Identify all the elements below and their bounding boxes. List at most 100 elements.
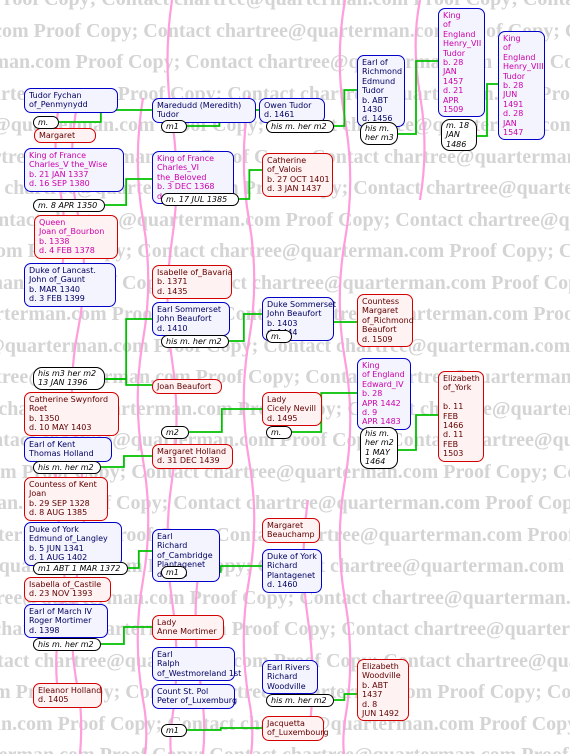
- marriage-node-m-edmund-tudor[interactable]: his m. her m3: [360, 122, 398, 145]
- person-line: b. MAR 1340: [29, 284, 80, 294]
- person-line: Anne Mortimer: [157, 627, 217, 637]
- person-line: 1466: [443, 421, 464, 431]
- marriage-line: his m. her m2: [271, 696, 327, 705]
- person-line: Count St. Pol: [157, 687, 209, 696]
- person-node-richard-woodville[interactable]: Earl Rivers Richard Woodville: [262, 660, 318, 695]
- person-node-edmund-langley[interactable]: Duke of York Edmund of_Langley b. 5 JUN 13…: [24, 522, 122, 566]
- person-line: of: [443, 20, 451, 30]
- person-line: John Beaufort: [267, 309, 322, 319]
- person-line: England: [503, 52, 536, 62]
- person-node-isabelle-bavaria[interactable]: Isabelle of_Bavaria b. 1371 d. 1435: [152, 265, 233, 300]
- person-node-margaret[interactable]: Margaret: [34, 128, 96, 144]
- person-node-eleanor-holland[interactable]: Eleanor Holland d. 1405: [33, 683, 102, 708]
- person-line: of_York: [443, 383, 472, 393]
- person-node-henry-viii[interactable]: King of England Henry_VIII Tudor b. 28 JUN 1491…: [498, 31, 545, 141]
- person-line: d. 11: [443, 430, 464, 440]
- marriage-node-m-richard-cambridge[interactable]: m1: [161, 566, 187, 580]
- person-node-catherine-swynford[interactable]: Catherine Swynford Roet b. 1350 d. 10 MAY 1…: [24, 392, 119, 436]
- person-line: FEB: [443, 411, 459, 421]
- marriage-line: m1: [166, 122, 179, 131]
- marriage-node-m-owen-tudor[interactable]: his m. her m2: [266, 120, 334, 134]
- marriage-node-m-joan-beaufort[interactable]: m2: [161, 426, 189, 440]
- person-node-countess-joan[interactable]: Countess of Kent Joan b. 29 SEP 1328 d. 8 A…: [24, 477, 108, 521]
- marriage-line: his m3 her m2: [38, 369, 97, 378]
- person-node-ralph-westmoreland[interactable]: Earl Ralph of_Westmoreland 1st: [152, 647, 241, 682]
- person-line: b. ABT: [362, 680, 389, 690]
- person-node-margaret-richmond[interactable]: Countess Margaret of_Richmond Beaufort d. 15…: [357, 294, 414, 348]
- marriage-node-m-ralph-west[interactable]: m1: [161, 724, 187, 738]
- marriage-node-m-edmund-langley[interactable]: m1 ABT 1 MAR 1372: [33, 562, 128, 576]
- person-node-margaret-holland[interactable]: Margaret Holland d. 31 DEC 1439: [152, 444, 233, 469]
- marriage-line: his m. her m2: [38, 640, 94, 649]
- person-node-joan-bourbon[interactable]: Queen Joan of_Bourbon b. 1338 d. 4 FEB 1378: [34, 215, 118, 259]
- marriage-node-m-thomas-holland[interactable]: his m. her m2: [33, 461, 101, 475]
- person-line: [443, 393, 479, 402]
- marriage-node-m-gaunt[interactable]: his m3 her m2 13 JAN 1396: [33, 367, 105, 390]
- marriage-link-m-edmund-langley-to-richard-cambridge: [128, 550, 152, 569]
- person-line: APR 1442: [362, 398, 401, 408]
- person-line: Earl of: [362, 58, 388, 67]
- person-line: d. 10 MAY 1403: [29, 423, 92, 433]
- person-line: d. 4 FEB 1378: [39, 246, 95, 256]
- person-line: Tudor: [362, 86, 385, 96]
- marriage-node-m-john-beaufort-som[interactable]: his m. her m2: [161, 335, 229, 349]
- marriage-node-m-maredudd[interactable]: m1: [161, 120, 187, 134]
- person-node-isabella-castile[interactable]: Isabella of_Castile d. 23 NOV 1393: [24, 577, 111, 602]
- person-node-tudor-fychan[interactable]: Tudor Fychan of_Penmynydd: [24, 88, 118, 113]
- person-node-richard-york[interactable]: Duke of York Richard Plantagenet d. 1460: [262, 549, 322, 593]
- person-line: Woodville: [362, 671, 401, 681]
- person-line: King: [362, 361, 380, 370]
- person-line: Edmund: [362, 76, 396, 86]
- person-line: Lady: [157, 618, 177, 627]
- marriage-line: 1464: [365, 457, 386, 467]
- person-line: Tudor: [503, 71, 526, 81]
- person-line: Margaret Holland: [157, 447, 227, 456]
- person-node-thomas-holland[interactable]: Earl of Kent Thomas Holland: [24, 437, 112, 462]
- marriage-node-m-charles-vi[interactable]: m. 17 JUL 1385: [161, 193, 239, 207]
- person-line: d. 28: [503, 109, 524, 119]
- marriage-node-m-henry-vii[interactable]: m. 18 JAN 1486: [441, 119, 477, 152]
- marriage-node-m-woodville[interactable]: his m. her m2: [266, 694, 334, 708]
- marriage-node-m-john-beaufort-duke[interactable]: m.: [266, 330, 292, 344]
- person-node-john-beaufort-somerset[interactable]: Earl Sommerset John Beaufort d. 1410: [152, 302, 230, 337]
- person-line: of_Valois: [267, 165, 302, 175]
- person-node-charles-v[interactable]: King of France Charles_V the_Wise b. 21 JA…: [24, 148, 124, 192]
- marriage-node-m-edward-iv[interactable]: his m. her m2 1 MAY 1464: [360, 427, 398, 469]
- marriage-link-m-woodville-to-elizabeth-woodville: [334, 693, 357, 701]
- marriage-node-m-tudor-fychan[interactable]: m.: [33, 116, 59, 130]
- person-node-jacquetta-luxembourg[interactable]: Jacquetta of_Luxembourg: [262, 716, 329, 741]
- person-line: b. 11: [443, 402, 464, 412]
- person-node-margaret-beauchamp[interactable]: Margaret Beauchamp: [262, 518, 320, 543]
- person-line: b. 1371: [157, 277, 188, 287]
- person-line: d. 16 SEP 1380: [29, 179, 90, 189]
- person-line: Isabelle of_Bavaria: [157, 268, 233, 277]
- person-node-joan-beaufort[interactable]: Joan Beaufort: [152, 379, 222, 395]
- person-line: Tudor Fychan: [29, 91, 82, 100]
- person-line: Cicely Nevill: [267, 404, 316, 414]
- person-node-roger-mortimer[interactable]: Earl of March IV Roger Mortimer d. 1398: [24, 604, 108, 639]
- person-line: Countess of Kent: [29, 480, 97, 489]
- person-node-edward-iv[interactable]: King of England Edward_IV b. 28 APR 1442 d. 9…: [357, 358, 411, 430]
- person-line: Elizabeth: [362, 662, 399, 671]
- person-line: Jacquetta: [267, 719, 305, 728]
- marriage-node-m-cicely[interactable]: m.: [266, 426, 292, 440]
- person-line: Joan: [29, 489, 47, 499]
- person-line: Woodville: [267, 681, 306, 691]
- person-node-anne-mortimer[interactable]: Lady Anne Mortimer: [152, 615, 224, 640]
- person-line: Richard: [267, 561, 298, 571]
- person-node-elizabeth-york[interactable]: Elizabeth of_York b. 11 FEB 1466 d. 11 FEB 150…: [438, 371, 484, 462]
- marriage-node-m-charles-v[interactable]: m. 8 APR 1350: [33, 199, 105, 213]
- marriage-line: m.: [38, 118, 49, 127]
- person-node-edmund-tudor[interactable]: Earl of Richmond Edmund Tudor b. ABT 1430 d. 1…: [357, 55, 405, 127]
- person-line: Thomas Holland: [29, 449, 94, 459]
- person-node-catherine-valois[interactable]: Catherine of_Valois b. 27 OCT 1401 d. 3 JAN…: [262, 153, 333, 197]
- person-line: Henry_VII: [443, 39, 482, 49]
- person-node-john-of-gaunt[interactable]: Duke of Lancast. John of_Gaunt b. MAR 1340…: [24, 263, 116, 307]
- marriage-line: m2: [166, 428, 179, 437]
- person-node-elizabeth-woodville[interactable]: Elizabeth Woodville b. ABT 1437 d. 8 JUN 1492: [357, 659, 409, 722]
- person-node-henry-vii[interactable]: King of England Henry_VII Tudor b. 28 JAN 1457 d…: [438, 8, 485, 118]
- person-line: JUN 1492: [362, 709, 400, 719]
- person-node-peter-luxemburg[interactable]: Count St. Pol Peter of_Luxemburg: [152, 684, 237, 709]
- marriage-node-m-roger-mortimer[interactable]: his m. her m2: [33, 638, 101, 652]
- person-node-cicely-nevill[interactable]: Lady Cicely Nevill d. 1495: [262, 392, 322, 427]
